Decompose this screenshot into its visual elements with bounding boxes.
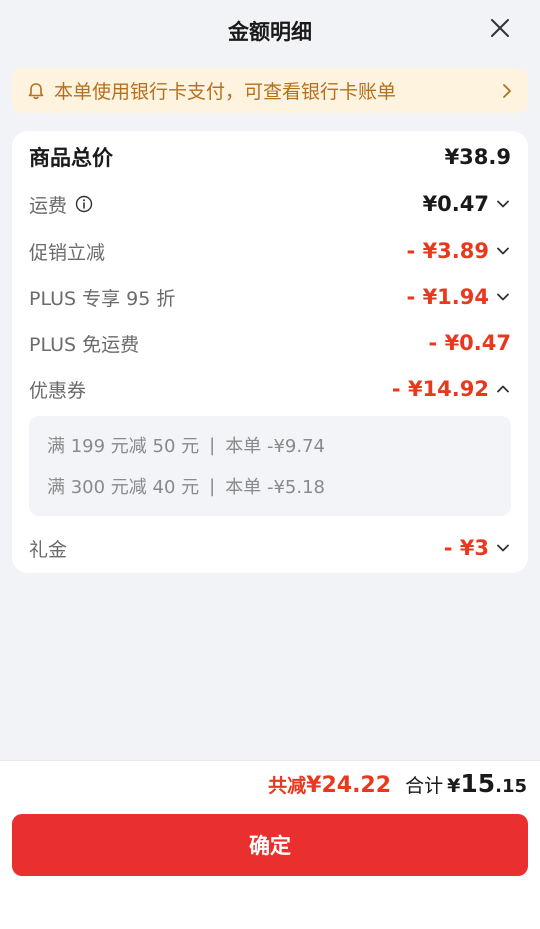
row-shipping[interactable]: 运费 ¥0.47 bbox=[29, 186, 511, 222]
promotion-label: 促销立减 bbox=[29, 241, 106, 264]
promotion-amount: - ¥3.89 bbox=[406, 239, 489, 263]
price-summary: 共减 ¥24.22 合计 ¥ 15 .15 bbox=[268, 769, 527, 803]
chevron-right-icon bbox=[503, 83, 511, 98]
total-currency: ¥ bbox=[447, 775, 461, 797]
promotion-value: - ¥3.89 bbox=[407, 239, 511, 263]
shipping-label-text: 运费 bbox=[29, 194, 68, 217]
gift-money-label: 礼金 bbox=[29, 538, 68, 561]
total-reduce-label: 共减 bbox=[268, 775, 307, 797]
coupon-detail-line: 满 300 元减 40 元 | 本单 -¥5.18 bbox=[47, 471, 325, 501]
shipping-value: ¥0.47 bbox=[423, 192, 511, 216]
goods-total-amount: ¥38.9 bbox=[444, 145, 511, 169]
row-goods-total: 商品总价 ¥38.9 bbox=[29, 139, 511, 175]
goods-total-label: 商品总价 bbox=[29, 146, 113, 170]
coupon-label: 优惠券 bbox=[29, 379, 87, 402]
coupon-rule: 满 199 元减 50 元 bbox=[47, 436, 200, 457]
footer-bar: 共减 ¥24.22 合计 ¥ 15 .15 确定 bbox=[0, 760, 540, 929]
plus-discount-amount: - ¥1.94 bbox=[406, 285, 489, 309]
plus-discount-value: - ¥1.94 bbox=[407, 285, 511, 309]
row-promotion[interactable]: 促销立减 - ¥3.89 bbox=[29, 233, 511, 269]
chevron-down-icon[interactable] bbox=[495, 196, 511, 212]
row-gift-money[interactable]: 礼金 - ¥3 bbox=[29, 530, 511, 566]
bank-card-notice[interactable]: 本单使用银行卡支付，可查看银行卡账单 bbox=[12, 68, 528, 113]
plus-free-shipping-value: - ¥0.47 bbox=[429, 331, 511, 355]
plus-free-shipping-amount: - ¥0.47 bbox=[428, 331, 511, 355]
close-icon bbox=[491, 19, 509, 37]
coupon-detail-box: 满 199 元减 50 元 | 本单 -¥9.74 满 300 元减 40 元 … bbox=[29, 416, 511, 516]
coupon-detail-line: 满 199 元减 50 元 | 本单 -¥9.74 bbox=[47, 430, 325, 460]
coupon-value: - ¥14.92 bbox=[392, 377, 511, 401]
coupon-amount: - ¥14.92 bbox=[391, 377, 489, 401]
coupon-applied: 本单 -¥9.74 bbox=[225, 436, 325, 457]
total-reduce-value: ¥24.22 bbox=[306, 773, 392, 798]
chevron-down-icon[interactable] bbox=[495, 243, 511, 259]
gift-money-value: - ¥3 bbox=[444, 536, 511, 560]
modal-header: 金额明细 bbox=[0, 0, 540, 62]
coupon-separator: | bbox=[209, 475, 216, 497]
row-plus-discount[interactable]: PLUS 专享 95 折 - ¥1.94 bbox=[29, 279, 511, 315]
page-title: 金额明细 bbox=[228, 20, 312, 44]
total-decimal: .15 bbox=[495, 776, 527, 797]
total-integer: 15 bbox=[460, 769, 496, 798]
notice-text: 本单使用银行卡支付，可查看银行卡账单 bbox=[54, 81, 397, 103]
row-plus-free-shipping: PLUS 免运费 - ¥0.47 bbox=[29, 325, 511, 361]
coupon-separator: | bbox=[209, 434, 216, 456]
info-icon[interactable] bbox=[75, 195, 93, 213]
goods-total-value: ¥38.9 bbox=[445, 145, 511, 169]
chevron-down-icon[interactable] bbox=[495, 540, 511, 556]
bell-icon bbox=[28, 82, 44, 99]
total-label: 合计 bbox=[405, 775, 444, 797]
row-coupon[interactable]: 优惠券 - ¥14.92 bbox=[29, 371, 511, 407]
coupon-applied: 本单 -¥5.18 bbox=[225, 477, 325, 498]
close-button[interactable] bbox=[486, 14, 514, 42]
confirm-button[interactable]: 确定 bbox=[12, 814, 528, 876]
shipping-label: 运费 bbox=[29, 191, 93, 218]
coupon-rule: 满 300 元减 40 元 bbox=[47, 477, 200, 498]
plus-free-shipping-label: PLUS 免运费 bbox=[29, 333, 140, 356]
chevron-down-icon[interactable] bbox=[495, 289, 511, 305]
shipping-amount: ¥0.47 bbox=[422, 192, 489, 216]
amount-detail-card: 商品总价 ¥38.9 运费 ¥0.47 促销立减 - ¥3.89 PLUS 专享… bbox=[12, 131, 528, 573]
gift-money-amount: - ¥3 bbox=[443, 536, 489, 560]
chevron-up-icon[interactable] bbox=[495, 381, 511, 397]
plus-discount-label: PLUS 专享 95 折 bbox=[29, 287, 176, 310]
